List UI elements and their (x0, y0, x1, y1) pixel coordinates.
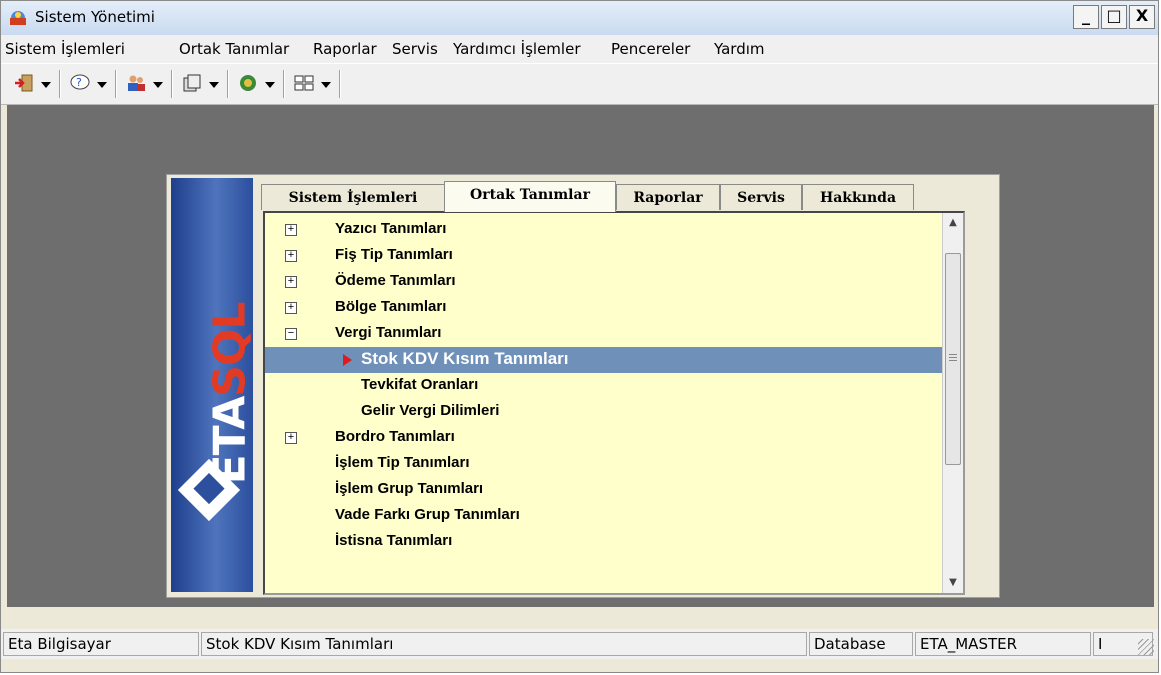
title-bar[interactable]: Sistem Yönetimi _ □ X (1, 1, 1158, 35)
tree-node-label: İstisna Tanımları (335, 532, 453, 549)
tab-strip: Sistem İşlemleri Ortak Tanımlar Raporlar… (261, 181, 961, 212)
help-icon[interactable]: ? (69, 72, 91, 94)
exit-icon[interactable] (13, 72, 35, 94)
tree-node-label: Bordro Tanımları (335, 428, 455, 445)
database-icon[interactable] (181, 72, 203, 94)
definitions-tree[interactable]: + Yazıcı Tanımları + Fiş Tip Tanımları +… (263, 211, 965, 595)
tree-node-label: İşlem Grup Tanımları (335, 480, 484, 497)
tree-node-label: Vergi Tanımları (335, 324, 442, 341)
main-dialog: ETASQL Sistem İşlemleri Ortak Tanımlar R… (166, 174, 1000, 598)
toolbar-separator (283, 70, 285, 98)
status-db-value: ETA_MASTER (915, 632, 1091, 656)
toolbar-separator (227, 70, 229, 98)
menu-yardimci-islemler[interactable]: Yardımcı İşlemler (453, 40, 581, 58)
thumb-grip-icon (949, 354, 957, 355)
scroll-thumb[interactable] (945, 253, 961, 465)
toolbar-separator (59, 70, 61, 98)
menu-ortak-tanimlar[interactable]: Ortak Tanımlar (179, 40, 289, 58)
help-dropdown-icon[interactable] (97, 82, 107, 88)
expand-icon[interactable]: + (285, 302, 297, 314)
tree-node-gelir-vergi[interactable]: Gelir Vergi Dilimleri (265, 399, 945, 425)
settings-dropdown-icon[interactable] (265, 82, 275, 88)
app-icon (10, 11, 26, 25)
tree-node-odeme[interactable]: + Ödeme Tanımları (265, 269, 945, 295)
users-icon[interactable] (125, 72, 147, 94)
tree-node-vergi[interactable]: − Vergi Tanımları (265, 321, 945, 347)
toolbar-separator (115, 70, 117, 98)
tree-node-istisna[interactable]: İstisna Tanımları (265, 529, 945, 555)
tree-scrollbar[interactable]: ▲ ▼ (942, 213, 963, 593)
tree-node-label: Stok KDV Kısım Tanımları (361, 349, 569, 368)
expand-icon[interactable]: + (285, 224, 297, 236)
tree-node-yazici[interactable]: + Yazıcı Tanımları (265, 217, 945, 243)
selection-arrow-icon (343, 354, 352, 366)
windows-icon[interactable] (293, 72, 315, 94)
tab-servis[interactable]: Servis (720, 184, 802, 210)
maximize-button[interactable]: □ (1101, 5, 1127, 29)
window-title: Sistem Yönetimi (35, 8, 155, 26)
menu-raporlar[interactable]: Raporlar (313, 40, 377, 58)
menu-yardim[interactable]: Yardım (714, 40, 765, 58)
mdi-workspace: ETASQL Sistem İşlemleri Ortak Tanımlar R… (7, 105, 1154, 607)
status-selection: Stok KDV Kısım Tanımları (201, 632, 807, 656)
tree-node-islem-grup[interactable]: İşlem Grup Tanımları (265, 477, 945, 503)
menu-pencereler[interactable]: Pencereler (611, 40, 690, 58)
logo-text-sql: SQL (204, 302, 253, 397)
close-button[interactable]: X (1129, 5, 1155, 29)
tree-node-fis-tip[interactable]: + Fiş Tip Tanımları (265, 243, 945, 269)
tree-node-tevkifat[interactable]: Tevkifat Oranları (265, 373, 945, 399)
tree-node-label: Ödeme Tanımları (335, 272, 456, 289)
expand-icon[interactable]: + (285, 432, 297, 444)
database-dropdown-icon[interactable] (209, 82, 219, 88)
tree-node-label: Bölge Tanımları (335, 298, 447, 315)
scroll-down-icon[interactable]: ▼ (943, 573, 963, 593)
scroll-up-icon[interactable]: ▲ (943, 213, 963, 233)
status-bar: Eta Bilgisayar Stok KDV Kısım Tanımları … (1, 629, 1158, 659)
minimize-button[interactable]: _ (1073, 5, 1099, 29)
tree-node-label: İşlem Tip Tanımları (335, 454, 470, 471)
tree-node-label: Tevkifat Oranları (361, 376, 479, 393)
tab-sistem-islemleri[interactable]: Sistem İşlemleri (261, 184, 445, 210)
expand-icon[interactable]: + (285, 276, 297, 288)
menu-servis[interactable]: Servis (392, 40, 438, 58)
status-db-label: Database (809, 632, 913, 656)
app-window: Sistem Yönetimi _ □ X Sistem İşlemleri O… (0, 0, 1159, 673)
eta-sql-logo: ETASQL (171, 178, 253, 592)
menu-bar: Sistem İşlemleri Ortak Tanımlar Raporlar… (1, 35, 1158, 63)
tab-raporlar[interactable]: Raporlar (616, 184, 720, 210)
resize-grip-icon[interactable] (1138, 639, 1154, 655)
tab-ortak-tanimlar[interactable]: Ortak Tanımlar (444, 181, 616, 212)
toolbar-separator (339, 70, 341, 98)
tree-node-label: Fiş Tip Tanımları (335, 246, 453, 263)
toolbar: ? (1, 63, 1158, 105)
expand-icon[interactable]: + (285, 250, 297, 262)
tree-node-islem-tip[interactable]: İşlem Tip Tanımları (265, 451, 945, 477)
toolbar-separator (171, 70, 173, 98)
tree-node-label: Gelir Vergi Dilimleri (361, 402, 500, 419)
tree-node-vade-farki[interactable]: Vade Farkı Grup Tanımları (265, 503, 945, 529)
collapse-icon[interactable]: − (285, 328, 297, 340)
status-company: Eta Bilgisayar (3, 632, 199, 656)
settings-icon[interactable] (237, 72, 259, 94)
windows-dropdown-icon[interactable] (321, 82, 331, 88)
tree-node-bordro[interactable]: + Bordro Tanımları (265, 425, 945, 451)
users-dropdown-icon[interactable] (153, 82, 163, 88)
svg-text:?: ? (76, 76, 82, 89)
menu-sistem-islemleri[interactable]: Sistem İşlemleri (5, 40, 125, 58)
tree-node-stok-kdv-selected[interactable]: Stok KDV Kısım Tanımları (265, 347, 945, 373)
exit-dropdown-icon[interactable] (41, 82, 51, 88)
tree-node-bolge[interactable]: + Bölge Tanımları (265, 295, 945, 321)
tree-node-label: Vade Farkı Grup Tanımları (335, 506, 520, 523)
tab-hakkinda[interactable]: Hakkında (802, 184, 914, 210)
tree-node-label: Yazıcı Tanımları (335, 220, 447, 237)
